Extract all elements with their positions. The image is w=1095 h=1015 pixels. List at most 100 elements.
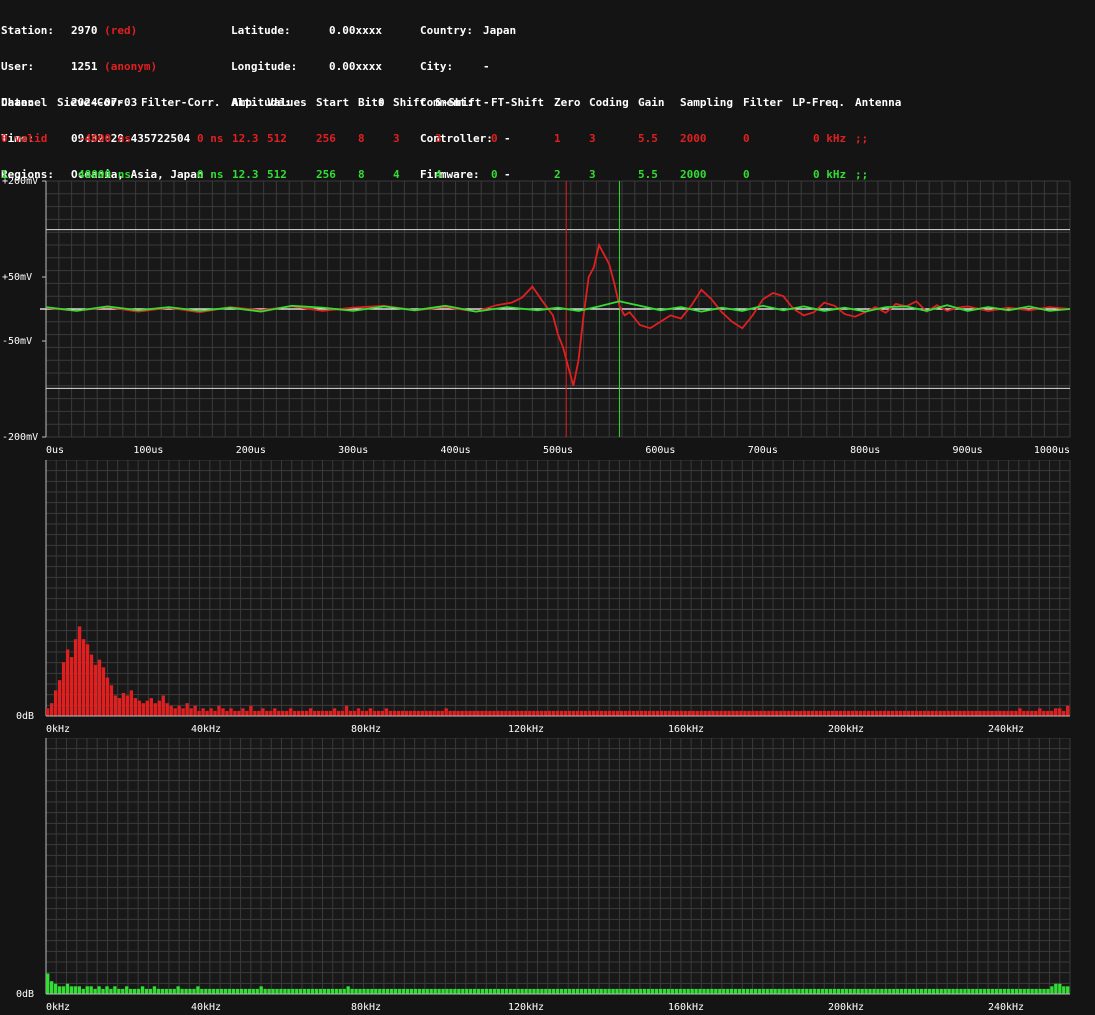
x-tick-label: 200kHz [828,724,864,735]
longitude-value: 0.00xxxx [329,60,382,73]
spectrum-bar [340,710,345,716]
channel-cell: 1 [554,132,561,145]
spectrum-bar [496,710,500,716]
spectrum-bar [815,710,819,716]
x-tick-label: 0kHz [46,724,70,735]
spectrum-bar [520,988,524,994]
spectrum-bar [699,710,703,716]
spectrum-bar [896,988,900,994]
spectrum-bar [295,988,299,994]
channel-header-cell: Values [267,96,307,109]
spectrum-bar [350,988,354,994]
spectrum-bar [93,664,98,716]
spectrum-bar [528,988,532,994]
spectrum-bar [607,988,611,994]
spectrum-bar [918,710,922,716]
spectrum-bar [46,973,50,994]
spectrum-bar [281,710,285,716]
spectrum-bar [1058,983,1062,994]
spectrum-bar [1010,710,1014,716]
spectrum-bar [982,710,986,716]
spectrum-bar [856,988,860,994]
spectrum-bar [818,710,823,716]
x-tick-label: 40kHz [191,724,221,735]
spectrum-bar [289,708,293,716]
spectrum-bar [587,710,592,716]
spectrum-bar [548,988,552,994]
channel-header-cell: Coding [589,96,629,109]
spectrum-bar [129,690,134,716]
spectrum-bar [832,988,837,994]
x-tick-label: 600us [645,445,675,456]
x-tick-label: 300us [338,445,368,456]
spectrum-bar [822,710,827,716]
spectrum-bar [544,988,548,994]
user-id: 1251 [71,60,98,73]
spectrum-bar [830,710,835,716]
spectrum-bar [97,986,101,994]
spectrum-bar [532,988,536,994]
spectrum-bar [473,988,477,994]
x-tick-label: 160kHz [668,724,704,735]
spectrum-bar [670,988,675,994]
spectrum-bar [854,710,859,716]
spectrum-bar [293,710,297,716]
x-tick-label: 160kHz [668,1002,704,1013]
spectrum-bar [781,988,785,994]
spectrum-bar [77,986,81,994]
spectrum-bar [144,988,149,994]
spectrum-bar [117,988,121,994]
spectrum-bar [386,988,390,994]
spectrum-bar [983,988,987,994]
spectrum-bar [813,988,817,994]
spectrum-bar [886,710,891,716]
spectrum-bar [374,988,378,994]
spectrum-bar [846,710,851,716]
spectrum-bar [739,710,743,716]
spectrum-bar [662,988,667,994]
channel-header-cell: Filter-Corr. [141,96,221,109]
spectrum-bar [121,988,125,994]
spectrum-bar [978,710,982,716]
spectrum-bar [417,988,421,994]
channel-cell: 0 [491,132,498,145]
x-tick-label: 200us [236,445,266,456]
spectrum-bar [579,710,584,716]
spectrum-bar [372,710,377,716]
spectrum-bar [567,988,572,994]
spectrum-bar [480,988,485,994]
spectrum-bar [619,988,623,994]
channel-cell: ;; [855,132,869,145]
spectrum-bar [251,988,255,994]
spectrum-bar [504,988,508,994]
spectrum-bar [1002,710,1006,716]
spectrum-chart-channel0: 0dB 0kHz 40kHz 80kHz 120kHz 160kHz 200kHz 240kH… [16,460,1071,735]
spectrum-bar [1050,986,1054,994]
y-tick-label: +50mV [2,272,32,283]
spectrum-bar [793,988,797,994]
spectrum-bar [1026,988,1030,994]
spectrum-bar [277,710,281,716]
spectrum-bar [1030,988,1034,994]
spectrum-bar [1066,705,1070,716]
spectrum-bar [364,710,369,716]
spectrum-bar [563,710,568,716]
spectrum-bar [894,710,899,716]
spectrum-bar [735,710,739,716]
spectrum-bar [1050,710,1054,716]
spectrum-bar [425,988,429,994]
spectrum-bar [654,988,659,994]
spectrum-bar [1054,983,1058,994]
spectrum-bar [237,710,241,716]
channel-cell: -4000 ns [78,132,131,145]
spectrum-bar [811,710,815,716]
spectrum-bar [229,708,233,716]
spectrum-bar [53,983,58,994]
spectrum-bar [358,988,362,994]
spectrum-bar [575,710,580,716]
spectrum-bar [850,710,855,716]
spectrum-bar [312,710,317,716]
spectrum-bar [979,988,983,994]
spectrum-bar [627,710,632,716]
spectrum-bar [816,988,821,994]
